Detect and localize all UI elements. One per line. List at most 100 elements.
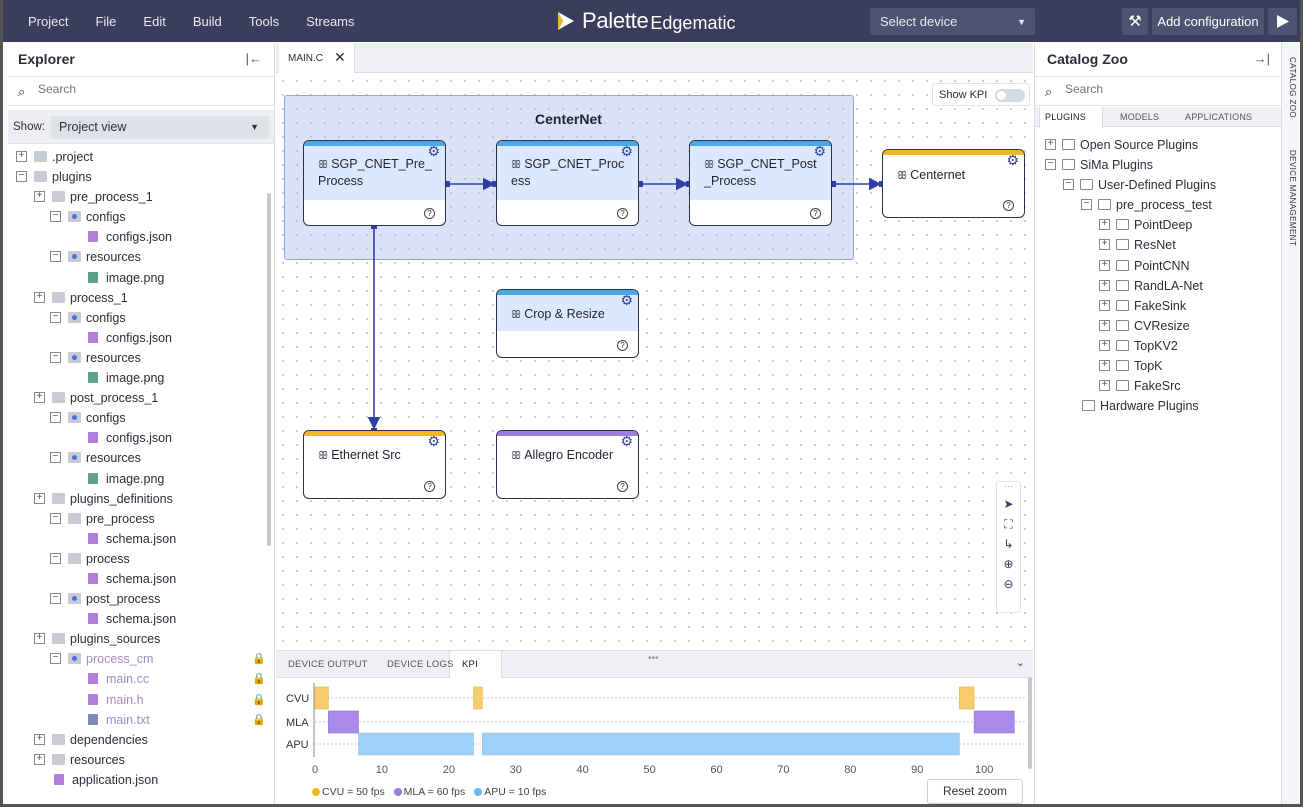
menu-file[interactable]: File <box>95 14 116 29</box>
menu-tools[interactable]: Tools <box>249 14 279 29</box>
device-select[interactable]: Select device ▼ <box>870 8 1035 35</box>
expand-icon[interactable]: + <box>1099 339 1110 351</box>
catalog-tree-item[interactable]: + TopKV2 <box>1035 336 1281 356</box>
tree-item[interactable]: image.png <box>8 268 266 288</box>
expand-icon[interactable]: + <box>1099 219 1110 231</box>
expand-icon[interactable]: + <box>34 191 45 203</box>
expand-icon[interactable]: + <box>1099 239 1110 251</box>
tree-item[interactable]: − process <box>8 549 266 569</box>
expand-icon[interactable]: + <box>1099 360 1110 372</box>
expand-icon[interactable]: + <box>1099 299 1110 311</box>
add-configuration-button[interactable]: Add configuration <box>1152 8 1264 35</box>
tree-item[interactable]: configs.json <box>8 428 266 448</box>
expand-icon[interactable]: + <box>34 753 45 765</box>
help-icon[interactable]: ? <box>1003 200 1014 211</box>
reset-zoom-button[interactable]: Reset zoom <box>927 779 1023 804</box>
expand-icon[interactable]: + <box>34 733 45 745</box>
tab-models[interactable]: MODELS <box>1120 112 1159 122</box>
zoom-in-icon[interactable]: ⊕ <box>997 554 1020 574</box>
collapse-icon[interactable]: − <box>50 512 61 524</box>
gear-icon[interactable]: ⚙ <box>427 143 440 160</box>
expand-icon[interactable]: + <box>1099 380 1110 392</box>
connector-icon[interactable]: ↳ <box>997 534 1020 554</box>
kpi-scrollbar[interactable] <box>1028 677 1032 769</box>
tree-item[interactable]: − resources <box>8 448 266 468</box>
tree-item[interactable]: + plugins_definitions <box>8 489 266 509</box>
tree-item[interactable]: + dependencies <box>8 730 266 750</box>
node-centernet[interactable]: ꕥ Centernet ⚙? <box>882 149 1025 218</box>
collapse-icon[interactable]: − <box>50 552 61 564</box>
help-icon[interactable]: ? <box>617 340 628 351</box>
catalog-tree-item[interactable]: − pre_process_test <box>1035 195 1281 215</box>
tab-plugins[interactable]: PLUGINS <box>1045 112 1086 122</box>
expand-icon[interactable]: + <box>1099 319 1110 331</box>
tree-item[interactable]: configs.json <box>8 328 266 348</box>
tree-item[interactable]: configs.json <box>8 227 266 247</box>
drag-handle-icon[interactable]: ⋯ <box>997 482 1020 494</box>
catalog-tree-item[interactable]: Hardware Plugins <box>1035 396 1281 416</box>
collapse-icon[interactable]: − <box>50 412 61 424</box>
tree-item[interactable]: − resources <box>8 247 266 267</box>
show-kpi-toggle[interactable]: Show KPI <box>932 83 1030 106</box>
gear-icon[interactable]: ⚙ <box>1006 152 1019 169</box>
tree-item[interactable]: schema.json <box>8 609 266 629</box>
tree-item[interactable]: main.cc 🔒 <box>8 669 266 689</box>
help-icon[interactable]: ? <box>617 208 628 219</box>
collapse-icon[interactable]: − <box>1045 159 1056 171</box>
collapse-icon[interactable]: − <box>50 251 61 263</box>
node-ethernet-src[interactable]: ꕥ Ethernet Src ⚙? <box>303 430 446 499</box>
tree-item[interactable]: − plugins <box>8 167 266 187</box>
expand-icon[interactable]: + <box>34 492 45 504</box>
expand-icon[interactable]: + <box>1099 279 1110 291</box>
tree-item[interactable]: + resources <box>8 750 266 770</box>
explorer-search-input[interactable] <box>38 82 238 96</box>
node-sgp-cnet-pre-process[interactable]: ꕥ SGP_CNET_Pre_ Process ⚙? <box>303 140 446 226</box>
menu-streams[interactable]: Streams <box>306 14 354 29</box>
help-icon[interactable]: ? <box>424 208 435 219</box>
catalog-tree-item[interactable]: + RandLA-Net <box>1035 276 1281 296</box>
tree-item[interactable]: application.json <box>8 770 266 790</box>
collapse-icon[interactable]: − <box>50 211 61 223</box>
tree-item[interactable]: − configs <box>8 408 266 428</box>
tree-item[interactable]: main.h 🔒 <box>8 690 266 710</box>
collapse-icon[interactable]: − <box>50 452 61 464</box>
fit-view-icon[interactable]: ⛶ <box>997 514 1020 534</box>
pointer-icon[interactable]: ➤ <box>997 494 1020 514</box>
tree-item[interactable]: main.txt 🔒 <box>8 710 266 730</box>
node-sgp-cnet-process[interactable]: ꕥ SGP_CNET_Proc ess ⚙? <box>496 140 639 226</box>
catalog-tree-item[interactable]: − User-Defined Plugins <box>1035 175 1281 195</box>
expand-icon[interactable]: + <box>1099 259 1110 271</box>
catalog-tree-item[interactable]: + ResNet <box>1035 235 1281 255</box>
gear-icon[interactable]: ⚙ <box>620 292 633 309</box>
menu-edit[interactable]: Edit <box>143 14 165 29</box>
tree-item[interactable]: + plugins_sources <box>8 629 266 649</box>
collapse-icon[interactable]: − <box>50 311 61 323</box>
collapse-icon[interactable]: − <box>1063 179 1074 191</box>
menu-project[interactable]: Project <box>28 14 68 29</box>
catalog-tree-item[interactable]: + PointDeep <box>1035 215 1281 235</box>
help-icon[interactable]: ? <box>617 481 628 492</box>
tree-item[interactable]: + pre_process_1 <box>8 187 266 207</box>
tree-item[interactable]: schema.json <box>8 569 266 589</box>
toggle-switch[interactable] <box>995 89 1025 102</box>
tree-item[interactable]: − process_cm 🔒 <box>8 649 266 669</box>
tree-item[interactable]: − post_process <box>8 589 266 609</box>
node-sgp-cnet-post-process[interactable]: ꕥ SGP_CNET_Post _Process ⚙? <box>689 140 832 226</box>
tree-item[interactable]: − configs <box>8 308 266 328</box>
catalog-tree-item[interactable]: + FakeSrc <box>1035 376 1281 396</box>
gear-icon[interactable]: ⚙ <box>813 143 826 160</box>
tree-item[interactable]: − resources <box>8 348 266 368</box>
build-button[interactable]: ⚒ <box>1122 8 1148 35</box>
catalog-tree-item[interactable]: + TopK <box>1035 356 1281 376</box>
catalog-tree-item[interactable]: + Open Source Plugins <box>1035 135 1281 155</box>
tree-item[interactable]: image.png <box>8 469 266 489</box>
collapse-right-icon[interactable]: →| <box>1254 51 1270 66</box>
tree-item[interactable]: + post_process_1 <box>8 388 266 408</box>
menu-build[interactable]: Build <box>193 14 222 29</box>
expand-icon[interactable]: + <box>34 291 45 303</box>
collapse-icon[interactable]: − <box>1081 199 1092 211</box>
expand-icon[interactable]: + <box>1045 139 1056 150</box>
node-allegro-encoder[interactable]: ꕥ Allegro Encoder ⚙? <box>496 430 639 499</box>
tree-item[interactable]: image.png <box>8 368 266 388</box>
tree-item[interactable]: − configs <box>8 207 266 227</box>
